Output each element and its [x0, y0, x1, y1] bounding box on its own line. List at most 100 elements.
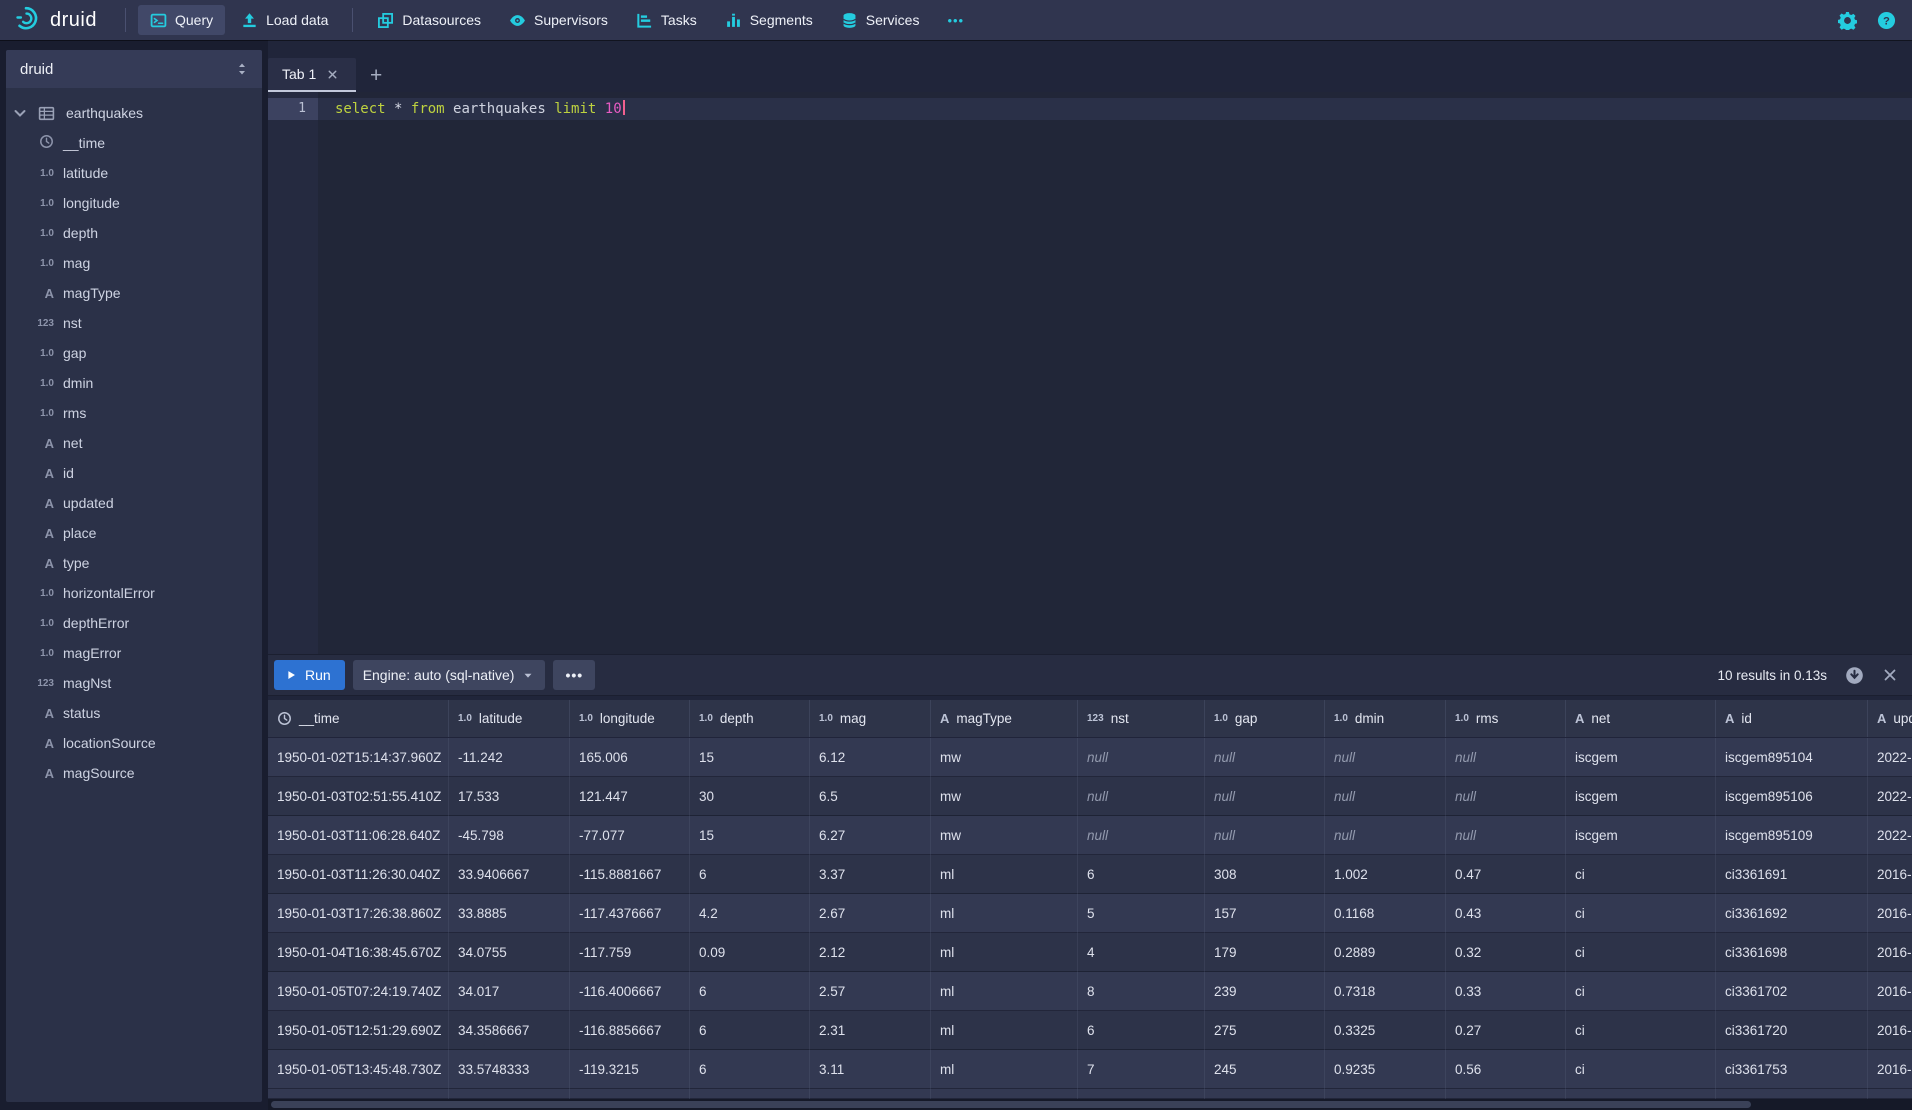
table-cell[interactable]: -115.8881667 — [570, 855, 690, 894]
table-cell[interactable]: ci3361691 — [1716, 855, 1868, 894]
sidebar-column-net[interactable]: Anet — [6, 428, 262, 458]
table-cell[interactable]: mw — [931, 816, 1078, 855]
horizontal-scrollbar[interactable] — [268, 1099, 1912, 1110]
table-cell[interactable]: 1950-01-04T16:38:45.670Z — [268, 933, 449, 972]
table-cell[interactable]: ml — [931, 1050, 1078, 1089]
table-cell[interactable]: ml — [931, 855, 1078, 894]
table-cell[interactable]: 1950-01-05T13:45:48.730Z — [268, 1050, 449, 1089]
table-cell[interactable]: ci3361702 — [1716, 972, 1868, 1011]
table-cell[interactable]: -77.077 — [570, 816, 690, 855]
table-cell[interactable]: ci — [1566, 1050, 1716, 1089]
table-cell[interactable]: 0.43 — [1446, 894, 1566, 933]
table-cell[interactable]: ci — [1566, 1011, 1716, 1050]
table-cell[interactable]: 33.9406667 — [449, 855, 570, 894]
table-cell[interactable]: 34.017 — [449, 972, 570, 1011]
table-cell[interactable]: null — [1078, 777, 1205, 816]
table-cell[interactable]: 2016-0 — [1868, 894, 1912, 933]
table-cell[interactable]: 6.5 — [810, 777, 931, 816]
table-cell[interactable]: 1950-01-05T12:51:29.690Z — [268, 1011, 449, 1050]
sidebar-column-magType[interactable]: AmagType — [6, 278, 262, 308]
table-cell[interactable]: 15 — [690, 738, 810, 777]
table-cell[interactable]: iscgem895106 — [1716, 777, 1868, 816]
table-cell[interactable]: ml — [931, 894, 1078, 933]
table-cell[interactable]: 2.67 — [810, 894, 931, 933]
sql-line-1[interactable]: 1 select * from earthquakes limit 10 — [268, 98, 1912, 120]
table-cell[interactable]: ml — [931, 1011, 1078, 1050]
sidebar-column-depthError[interactable]: 1.0depthError — [6, 608, 262, 638]
table-cell[interactable]: 0.32 — [1446, 933, 1566, 972]
table-cell[interactable]: -117.4376667 — [570, 894, 690, 933]
table-cell[interactable]: null — [1205, 777, 1325, 816]
table-cell[interactable]: 0.47 — [1446, 855, 1566, 894]
column-header-dmin[interactable]: 1.0dmin — [1325, 700, 1446, 737]
table-cell[interactable]: 0.1168 — [1325, 894, 1446, 933]
sidebar-column-__time[interactable]: __time — [6, 128, 262, 158]
table-cell[interactable]: 2022-0 — [1868, 777, 1912, 816]
column-header-gap[interactable]: 1.0gap — [1205, 700, 1325, 737]
sidebar-column-longitude[interactable]: 1.0longitude — [6, 188, 262, 218]
table-cell[interactable]: 7 — [1078, 1050, 1205, 1089]
table-cell[interactable]: -11.242 — [449, 738, 570, 777]
table-cell[interactable]: 34.3586667 — [449, 1011, 570, 1050]
table-cell[interactable]: 121.447 — [570, 777, 690, 816]
table-cell[interactable]: 6 — [690, 1011, 810, 1050]
sidebar-column-type[interactable]: Atype — [6, 548, 262, 578]
sidebar-column-status[interactable]: Astatus — [6, 698, 262, 728]
sql-editor[interactable]: 1 select * from earthquakes limit 10 — [268, 92, 1912, 654]
table-cell[interactable]: mw — [931, 738, 1078, 777]
table-cell[interactable]: 179 — [1205, 933, 1325, 972]
table-cell[interactable]: 157 — [1205, 894, 1325, 933]
table-cell[interactable]: 0.3325 — [1325, 1011, 1446, 1050]
table-cell[interactable]: 239 — [1205, 972, 1325, 1011]
table-cell[interactable]: ci — [1566, 933, 1716, 972]
column-header-id[interactable]: Aid — [1716, 700, 1868, 737]
table-cell[interactable]: 4.2 — [690, 894, 810, 933]
table-cell[interactable]: iscgem — [1566, 777, 1716, 816]
table-cell[interactable]: mw — [931, 777, 1078, 816]
table-cell[interactable]: 2016-0 — [1868, 933, 1912, 972]
table-cell[interactable]: 165.006 — [570, 738, 690, 777]
table-cell[interactable]: 1950-01-02T15:14:37.960Z — [268, 738, 449, 777]
table-cell[interactable]: 0.09 — [690, 933, 810, 972]
table-cell[interactable]: 6 — [690, 1050, 810, 1089]
nav-more-button[interactable]: ••• — [935, 5, 976, 35]
table-cell[interactable]: 2022-0 — [1868, 738, 1912, 777]
table-cell[interactable]: 2016-0 — [1868, 972, 1912, 1011]
table-cell[interactable]: 275 — [1205, 1011, 1325, 1050]
table-cell[interactable]: 8 — [1078, 972, 1205, 1011]
table-cell[interactable]: ci3361698 — [1716, 933, 1868, 972]
table-cell[interactable]: 1950-01-03T02:51:55.410Z — [268, 777, 449, 816]
column-header-__time[interactable]: __time — [268, 700, 449, 737]
table-cell[interactable]: 0.27 — [1446, 1011, 1566, 1050]
table-cell[interactable]: null — [1446, 816, 1566, 855]
column-header-latitude[interactable]: 1.0latitude — [449, 700, 570, 737]
table-cell[interactable]: 6 — [1078, 855, 1205, 894]
settings-gear-icon[interactable] — [1838, 11, 1857, 30]
nav-item-supervisors[interactable]: Supervisors — [497, 5, 620, 35]
table-cell[interactable]: iscgem — [1566, 816, 1716, 855]
table-cell[interactable]: -119.3215 — [570, 1050, 690, 1089]
sidebar-column-magNst[interactable]: 123magNst — [6, 668, 262, 698]
sidebar-column-magError[interactable]: 1.0magError — [6, 638, 262, 668]
download-results-icon[interactable] — [1845, 666, 1864, 685]
table-cell[interactable]: 30 — [690, 777, 810, 816]
column-header-longitude[interactable]: 1.0longitude — [570, 700, 690, 737]
sidebar-column-place[interactable]: Aplace — [6, 518, 262, 548]
close-results-icon[interactable] — [1882, 667, 1898, 683]
column-header-net[interactable]: Anet — [1566, 700, 1716, 737]
table-cell[interactable]: 0.9235 — [1325, 1050, 1446, 1089]
chevron-down-icon[interactable] — [6, 105, 34, 121]
nav-item-load-data[interactable]: Load data — [229, 5, 340, 35]
table-cell[interactable]: null — [1205, 816, 1325, 855]
run-button[interactable]: Run — [274, 660, 345, 690]
table-cell[interactable]: null — [1325, 777, 1446, 816]
druid-logo[interactable]: druid — [16, 5, 97, 36]
table-cell[interactable]: ml — [931, 933, 1078, 972]
table-cell[interactable]: 33.8885 — [449, 894, 570, 933]
table-cell[interactable]: 1950-01-05T07:24:19.740Z — [268, 972, 449, 1011]
nav-item-tasks[interactable]: Tasks — [624, 5, 709, 35]
table-cell[interactable]: 34.0755 — [449, 933, 570, 972]
table-cell[interactable]: -116.8856667 — [570, 1011, 690, 1050]
column-header-nst[interactable]: 123nst — [1078, 700, 1205, 737]
table-cell[interactable]: null — [1078, 738, 1205, 777]
